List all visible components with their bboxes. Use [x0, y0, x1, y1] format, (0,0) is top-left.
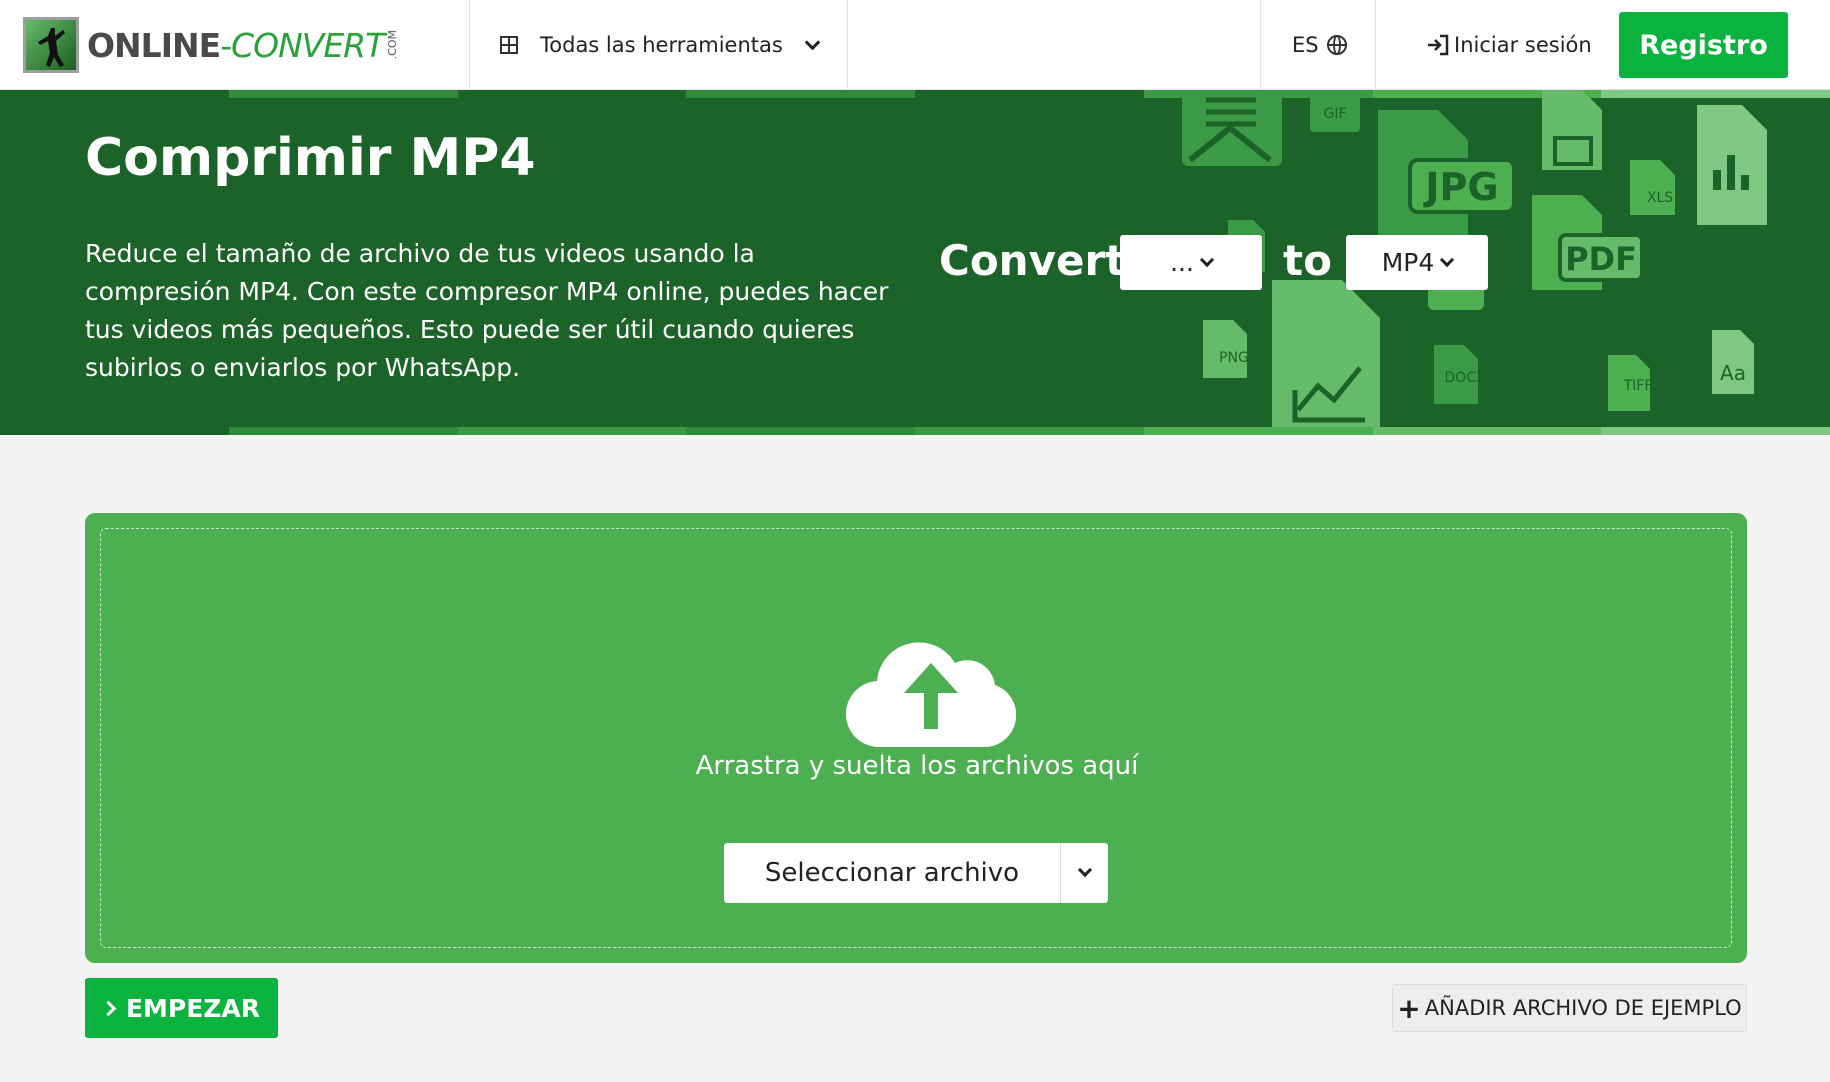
svg-text:JPG: JPG [1422, 165, 1498, 209]
start-button[interactable]: EMPEZAR [85, 978, 278, 1038]
logo-icon [23, 17, 79, 73]
plus-icon: + [1397, 991, 1421, 1025]
dropzone-border: Arrastra y suelta los archivos aquí Sele… [100, 528, 1732, 948]
source-format-select[interactable]: ... [1120, 235, 1262, 290]
language-label: ES [1292, 33, 1319, 57]
all-tools-dropdown[interactable]: Todas las herramientas [500, 0, 821, 90]
chevron-right-icon [100, 1000, 117, 1016]
page-title: Comprimir MP4 [85, 128, 536, 188]
upload-dropzone[interactable]: Arrastra y suelta los archivos aquí Sele… [85, 513, 1747, 963]
globe-icon [1326, 35, 1347, 55]
hero-banner: GIF JPG XLS PDF PNG DOCX TIFF Aa Comprim… [0, 90, 1830, 435]
top-navbar: ONLINE-CONVERT .COM Todas las herramient… [0, 0, 1830, 90]
svg-text:PNG: PNG [1219, 350, 1249, 366]
svg-text:XLS: XLS [1647, 190, 1673, 206]
add-sample-file-button[interactable]: + AÑADIR ARCHIVO DE EJEMPLO [1392, 984, 1747, 1032]
to-label: to [1283, 236, 1332, 285]
source-format-value: ... [1170, 248, 1194, 277]
login-link[interactable]: Iniciar sesión [1426, 0, 1592, 90]
chevron-down-icon [804, 34, 821, 50]
svg-text:Aa: Aa [1720, 361, 1746, 385]
brand-name: ONLINE-CONVERT [87, 25, 385, 65]
chevron-down-icon [1199, 252, 1214, 267]
select-file-button[interactable]: Seleccionar archivo [724, 843, 1108, 903]
svg-text:PDF: PDF [1565, 240, 1637, 278]
svg-text:GIF: GIF [1323, 106, 1346, 122]
target-format-select[interactable]: MP4 [1346, 235, 1488, 290]
select-file-label: Seleccionar archivo [724, 843, 1061, 903]
language-selector[interactable]: ES [1292, 0, 1347, 90]
svg-text:DOCX: DOCX [1444, 370, 1486, 386]
target-format-value: MP4 [1381, 248, 1435, 277]
grid-icon [500, 36, 518, 54]
start-label: EMPEZAR [125, 993, 261, 1023]
chevron-down-icon [1440, 252, 1455, 267]
brand-logo[interactable]: ONLINE-CONVERT .COM [23, 17, 399, 73]
register-button[interactable]: Registro [1619, 12, 1788, 78]
chevron-down-icon [1077, 862, 1092, 878]
sign-in-icon [1428, 34, 1449, 56]
select-file-source-dropdown[interactable] [1061, 862, 1108, 878]
convert-label: Convert [939, 236, 1126, 285]
login-label: Iniciar sesión [1454, 33, 1592, 57]
svg-text:TIFF: TIFF [1623, 378, 1653, 394]
add-sample-file-label: AÑADIR ARCHIVO DE EJEMPLO [1424, 996, 1742, 1020]
brand-suffix: .COM [386, 30, 400, 60]
file-icons-decoration: GIF JPG XLS PDF PNG DOCX TIFF Aa [1182, 90, 1767, 435]
cloud-upload-icon [846, 642, 1016, 748]
page-description: Reduce el tamaño de archivo de tus video… [85, 239, 889, 382]
all-tools-label: Todas las herramientas [540, 33, 783, 57]
drop-instructions: Arrastra y suelta los archivos aquí [695, 751, 1139, 781]
